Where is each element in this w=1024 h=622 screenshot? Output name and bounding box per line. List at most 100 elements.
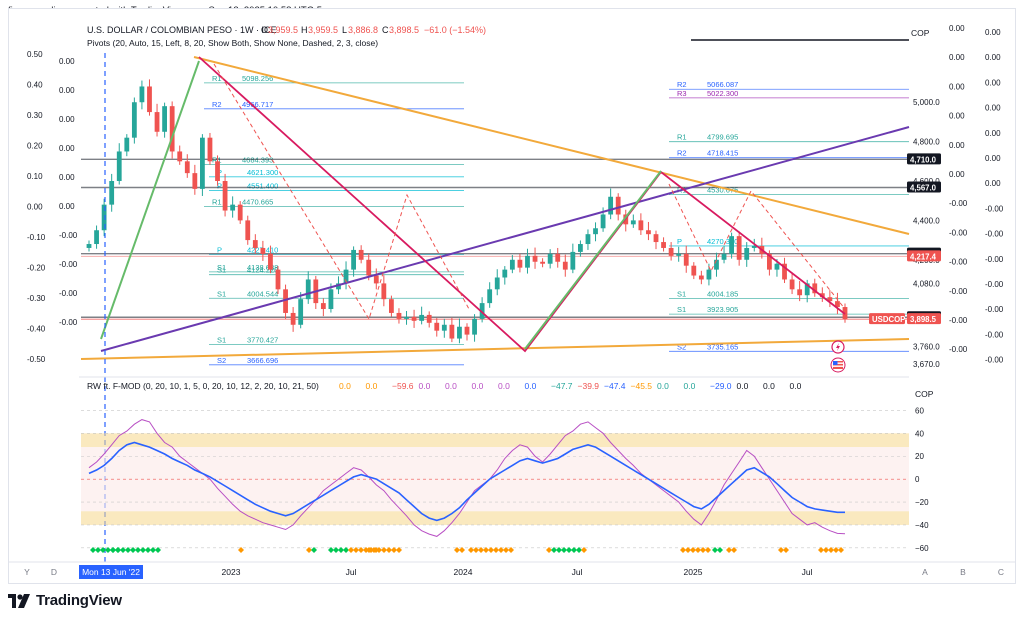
support-trendline	[80, 338, 910, 360]
candle-body	[109, 181, 115, 205]
y-tick-label: 4,080.0	[913, 279, 940, 288]
candle-body	[131, 102, 137, 138]
left-scale-label: -0.30	[27, 294, 46, 303]
us-flag-icon[interactable]	[830, 357, 846, 373]
left-scale-label-2: 0.00	[59, 86, 75, 95]
candle-body	[487, 289, 493, 304]
osc-legend-value: −59.6	[392, 381, 414, 391]
candle-body	[268, 253, 273, 270]
osc-legend-value: −47.7	[551, 381, 573, 391]
candle-body	[177, 151, 183, 162]
pivot-level-tag: S1	[217, 263, 226, 272]
osc-legend-value: −45.5	[631, 381, 653, 391]
osc-legend-value: 0.0	[525, 381, 537, 391]
x-tick-label: Jul	[346, 567, 357, 577]
left-scale-label-2: 0.00	[59, 202, 75, 211]
pivot-level-value: 4138.688	[247, 263, 278, 272]
left-scale-label: 0.00	[27, 203, 43, 212]
candle-body	[668, 247, 674, 256]
candle-body	[275, 269, 281, 290]
candle-body	[578, 244, 583, 252]
y-tick-label: 3,670.0	[913, 360, 940, 369]
candle-body	[404, 316, 409, 319]
price-tag-label: 3,898.5	[910, 315, 937, 324]
right-scale-label-2: -0.00	[949, 228, 968, 237]
pivot-level-value: 4799.695	[707, 133, 738, 142]
chart-svg[interactable]: U.S. DOLLAR / COLOMBIAN PESO · 1W · ICE …	[9, 9, 1015, 583]
left-scale-label-2: -0.00	[59, 318, 78, 327]
right-scale-label: 0.00	[985, 179, 1001, 188]
x-tick-label: Jul	[572, 567, 583, 577]
footer-button: D	[51, 567, 57, 577]
candle-body	[207, 137, 213, 162]
right-scale-label: 0.00	[985, 154, 1001, 163]
right-scale-label: 0.00	[985, 28, 1001, 37]
osc-legend-value: −47.4	[604, 381, 626, 391]
right-scale-label: 0.00	[985, 104, 1001, 113]
candle-body	[434, 322, 440, 331]
osc-legend-value: 0.0	[419, 381, 431, 391]
candle-body	[502, 269, 508, 278]
chart-frame: U.S. DOLLAR / COLOMBIAN PESO · 1W · ICE …	[8, 8, 1016, 584]
candle-body	[426, 314, 432, 323]
candle-body	[630, 220, 636, 225]
candle-body	[525, 255, 530, 268]
left-scale-label: 0.50	[27, 50, 43, 59]
candle-body	[94, 230, 99, 245]
candle-body	[789, 279, 795, 290]
candle-body	[116, 151, 122, 182]
zigzag-line	[198, 56, 846, 353]
pivot-level-value: 4004.185	[707, 289, 738, 298]
footer-button: B	[960, 567, 966, 577]
price-tag-label: 4,710.0	[910, 155, 937, 164]
left-scale-label: 0.10	[27, 172, 43, 181]
candle-body	[245, 220, 251, 241]
candle-body	[101, 204, 107, 231]
osc-legend-value: 0.0	[472, 381, 484, 391]
osc-legend-value: 0.0	[763, 381, 775, 391]
candle-body	[139, 86, 145, 103]
brand[interactable]: TradingView	[8, 592, 122, 609]
left-scale-label: -0.20	[27, 264, 46, 273]
y-tick-label: 3,760.0	[913, 342, 940, 351]
osc-tick-label: −20	[915, 498, 929, 507]
right-scale-label: 0.00	[985, 53, 1001, 62]
footer-button: Y	[24, 567, 30, 577]
ohlc-o-label: O	[261, 25, 268, 35]
pivot-level-value: 4551.400	[247, 182, 278, 191]
y-tick-label: 5,000.0	[913, 98, 940, 107]
time-axis[interactable]: 2023 Jul 2024 Jul 2025 Jul Mon 13 Jun '22 Y D A B C	[24, 565, 1004, 579]
candle-body	[797, 289, 803, 296]
pivot-level-value: 3666.696	[247, 356, 278, 365]
right-scale-label-2: 0.00	[949, 53, 965, 62]
left-scale-label-2: -0.00	[59, 260, 78, 269]
candle-body	[661, 242, 666, 248]
left-scale-label-2: 0.00	[59, 173, 75, 182]
osc-legend-value: 0.0	[657, 381, 669, 391]
candle-body	[517, 259, 523, 268]
ohlc-c-label: C	[382, 25, 389, 35]
x-tick-label: Jul	[802, 567, 813, 577]
zigzag-up-line	[524, 170, 662, 350]
right-scale-label: 0.00	[985, 78, 1001, 87]
pivot-level-tag: S1	[217, 289, 226, 298]
pivot-level-tag: S1	[677, 305, 686, 314]
candle-body	[638, 220, 644, 231]
candle-body	[691, 265, 697, 276]
lightning-icon[interactable]	[831, 340, 845, 354]
left-scale-label: 0.20	[27, 142, 43, 151]
right-scale-label: -0.00	[985, 356, 1004, 365]
left-scale-label: 0.30	[27, 111, 43, 120]
osc-tick-label: −60	[915, 544, 929, 553]
candle-body	[411, 316, 417, 321]
price-tag-label: USDCOP	[872, 315, 905, 324]
axis-unit-label: COP	[911, 28, 930, 38]
right-scale-label-2: 0.00	[949, 141, 965, 150]
candle-body	[389, 299, 394, 313]
osc-legend-value: 0.0	[339, 381, 351, 391]
candle-body	[237, 204, 243, 221]
candle-body	[540, 261, 545, 264]
candle-body	[774, 263, 780, 270]
resistance-trendline	[193, 56, 910, 235]
right-scale-label: -0.00	[985, 230, 1004, 239]
